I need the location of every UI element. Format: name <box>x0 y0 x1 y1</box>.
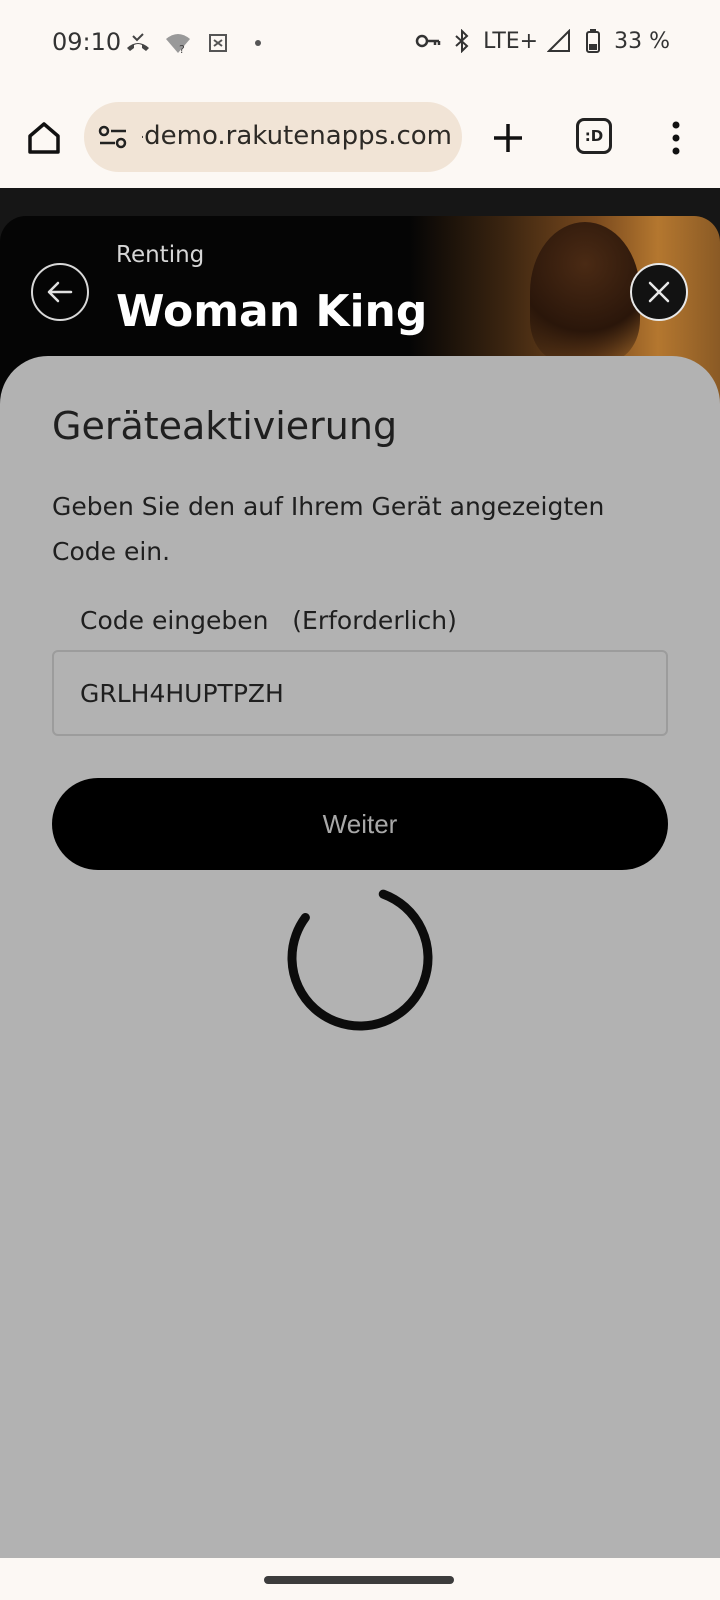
svg-text:?: ? <box>179 43 185 54</box>
bluetooth-icon <box>449 28 475 54</box>
movie-title: Woman King <box>116 286 428 337</box>
sheet-title: Geräteaktivierung <box>52 404 398 448</box>
vpn-icon <box>205 30 231 56</box>
browser-menu-button[interactable] <box>664 116 688 160</box>
url-text[interactable]: e-demo.rakutenapps.com <box>142 121 452 151</box>
loading-spinner-icon <box>287 885 433 1031</box>
more-vert-icon <box>672 121 680 155</box>
battery-icon <box>580 28 606 54</box>
address-bar[interactable]: e-demo.rakutenapps.com <box>84 102 462 172</box>
close-button[interactable] <box>630 263 688 321</box>
home-gesture-handle[interactable] <box>264 1576 454 1584</box>
status-icons-right: LTE+ 33 % <box>415 28 670 54</box>
status-icons-left: ? <box>125 30 271 56</box>
new-tab-button[interactable] <box>486 116 530 160</box>
rental-status-label: Renting <box>116 242 205 268</box>
key-icon <box>415 28 441 54</box>
signal-icon <box>546 28 572 54</box>
home-icon <box>28 122 60 154</box>
back-button[interactable] <box>31 263 89 321</box>
tab-count-label: :D <box>584 127 604 145</box>
navigation-bar <box>0 1558 720 1600</box>
home-button[interactable] <box>22 116 66 160</box>
plus-icon <box>494 124 522 152</box>
wifi-question-icon: ? <box>165 30 191 56</box>
dot-icon <box>245 30 271 56</box>
battery-percent: 33 % <box>614 28 670 54</box>
arrow-left-icon <box>47 281 73 303</box>
status-bar: 09:10 ? LTE+ 33 % <box>0 0 720 88</box>
missed-call-icon <box>125 30 151 56</box>
sheet-description: Geben Sie den auf Ihrem Gerät angezeigte… <box>52 492 605 566</box>
network-type: LTE+ <box>483 28 539 54</box>
site-settings-icon[interactable] <box>98 124 128 150</box>
device-activation-sheet: Geräteaktivierung Geben Sie den auf Ihre… <box>0 356 720 1558</box>
code-field-label: Code eingeben (Erforderlich) <box>80 606 457 635</box>
status-time: 09:10 <box>52 28 122 56</box>
close-icon <box>648 281 670 303</box>
code-input[interactable] <box>52 650 668 736</box>
browser-toolbar: e-demo.rakutenapps.com :D <box>0 88 720 188</box>
tab-switcher-button[interactable]: :D <box>576 118 612 154</box>
continue-button[interactable]: Weiter <box>52 778 668 870</box>
poster-figure <box>530 222 640 362</box>
